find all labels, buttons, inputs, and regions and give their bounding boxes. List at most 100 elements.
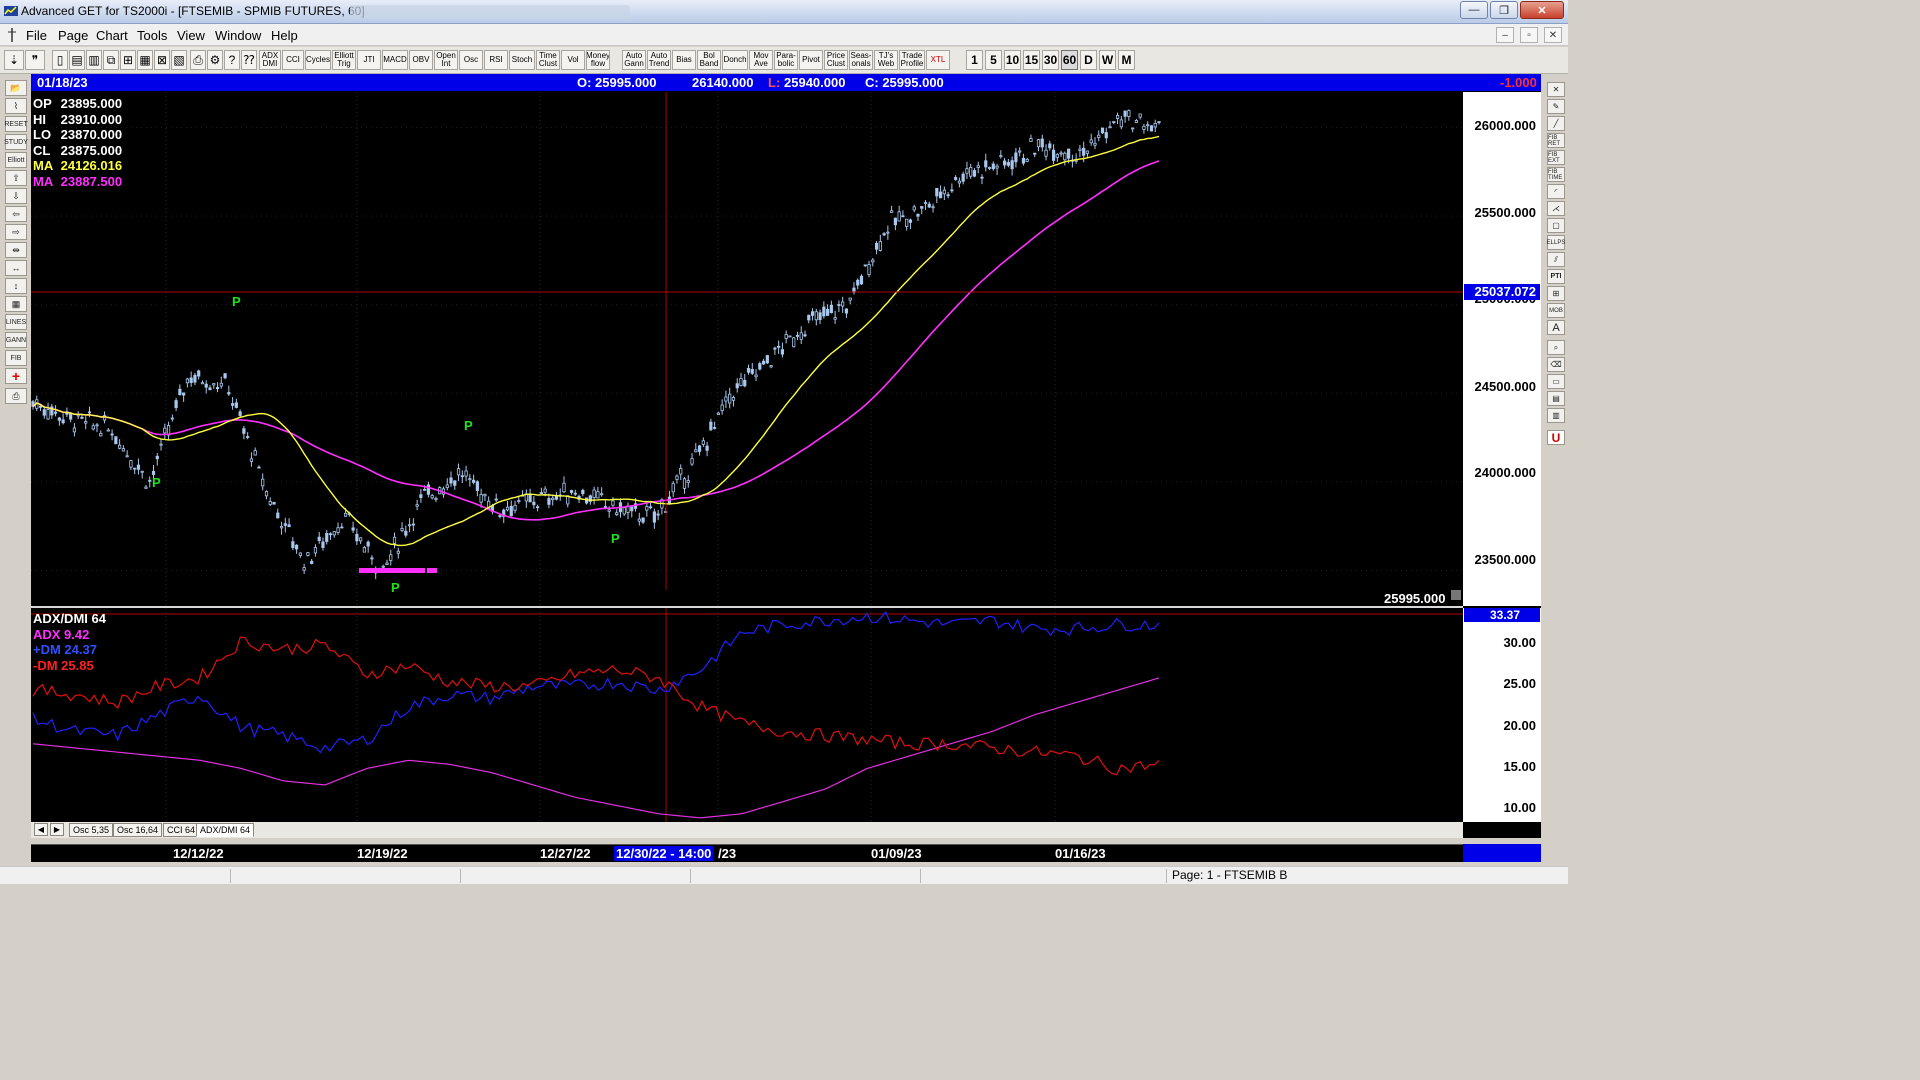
xtl-button[interactable]: XTL — [926, 50, 950, 70]
fib-button[interactable]: FIB — [5, 350, 27, 366]
drawing-tools-icon[interactable]: ⌇ — [5, 98, 27, 114]
timeframe-5-button[interactable]: 5 — [985, 50, 1002, 70]
tab-cci-64[interactable]: CCI 64 — [163, 823, 200, 837]
arrow-up-icon[interactable]: ⇧ — [5, 170, 27, 186]
mdi-close-button[interactable]: ✕ — [1544, 27, 1562, 43]
pencil-icon[interactable]: ✎ — [1547, 99, 1565, 114]
timeframe-monthly-button[interactable]: M — [1118, 50, 1135, 70]
seasonals-button[interactable]: Seas- onals — [849, 50, 873, 70]
menu-page[interactable]: Page — [58, 28, 88, 43]
timeframe-15-button[interactable]: 15 — [1023, 50, 1040, 70]
mob-button[interactable]: MOB — [1547, 303, 1565, 318]
gann-button[interactable]: GANN — [5, 332, 27, 348]
auto-gann-button[interactable]: Auto Gann — [622, 50, 646, 70]
arrow-down-icon[interactable]: ⇩ — [5, 188, 27, 204]
reset-button[interactable]: RESET — [4, 116, 28, 132]
grid-toggle-icon[interactable]: ▦ — [5, 296, 27, 312]
time-clust-button[interactable]: Time Clust — [536, 50, 560, 70]
macd-button[interactable]: MACD — [382, 50, 408, 70]
timeframe-weekly-button[interactable]: W — [1099, 50, 1116, 70]
ruler-icon[interactable]: ▭ — [1547, 374, 1565, 389]
new-page-icon[interactable]: ▯ — [52, 50, 68, 70]
stoch-button[interactable]: Stoch — [509, 50, 535, 70]
arrow-right-icon[interactable]: ⇨ — [5, 224, 27, 240]
price-chart[interactable]: P P P P P — [31, 92, 1463, 606]
print-chart-icon[interactable]: ⎙ — [5, 388, 27, 404]
timeframe-1-button[interactable]: 1 — [966, 50, 983, 70]
menu-help[interactable]: Help — [271, 28, 298, 43]
chart-copy-icon[interactable]: ⧉ — [103, 50, 119, 70]
mdi-minimize-button[interactable]: – — [1496, 27, 1514, 43]
study-button[interactable]: STUDY — [4, 134, 28, 150]
close-button[interactable]: ✕ — [1520, 1, 1564, 19]
timeframe-daily-button[interactable]: D — [1080, 50, 1097, 70]
document-icon[interactable] — [6, 28, 18, 42]
open-int-button[interactable]: Open Int — [434, 50, 458, 70]
trendline-icon[interactable]: ╱ — [1547, 116, 1565, 131]
tab-adx-dmi-64[interactable]: ADX/DMI 64 — [196, 823, 255, 837]
donch-button[interactable]: Donch — [722, 50, 748, 70]
quote-icon[interactable]: ❞ — [25, 50, 45, 70]
mov-ave-button[interactable]: Mov Ave — [749, 50, 773, 70]
obv-button[interactable]: OBV — [409, 50, 433, 70]
mdi-restore-button[interactable]: ▫ — [1520, 27, 1538, 43]
cci-button[interactable]: CCI — [282, 50, 304, 70]
eraser-icon[interactable]: ⌫ — [1547, 357, 1565, 372]
fib-ret-button[interactable]: FIB RET — [1547, 133, 1565, 148]
rsi-button[interactable]: RSI — [484, 50, 508, 70]
open-icon[interactable]: ▤ — [69, 50, 85, 70]
expand-y-icon[interactable]: ↕ — [5, 278, 27, 294]
menu-window[interactable]: Window — [215, 28, 261, 43]
tab-osc-5-35[interactable]: Osc 5,35 — [69, 823, 114, 837]
fib-time-button[interactable]: FIB TIME — [1547, 167, 1565, 182]
notes-icon[interactable]: ▤ — [1547, 391, 1565, 406]
menu-view[interactable]: View — [177, 28, 205, 43]
expand-x-icon[interactable]: ↔ — [5, 260, 27, 276]
cycles-button[interactable]: Cycles — [305, 50, 331, 70]
zoom-icon[interactable]: ⌕ — [1547, 340, 1565, 355]
elliott-button[interactable]: Elliott — [5, 152, 27, 168]
menu-tools[interactable]: Tools — [137, 28, 167, 43]
arc-icon[interactable]: ◜ — [1547, 184, 1565, 199]
maximize-button[interactable]: ❐ — [1490, 1, 1518, 19]
ellipse-button[interactable]: ELLPS — [1547, 235, 1565, 250]
open-folder-icon[interactable]: 📂 — [5, 80, 27, 96]
arrow-left-icon[interactable]: ⇦ — [5, 206, 27, 222]
tjs-web-button[interactable]: TJ's Web — [874, 50, 898, 70]
menu-file[interactable]: File — [26, 28, 47, 43]
compress-x-icon[interactable]: ⇹ — [5, 242, 27, 258]
chart-grid-icon[interactable]: ⊞ — [1547, 286, 1565, 301]
jti-button[interactable]: JTI — [357, 50, 381, 70]
bol-band-button[interactable]: Bol Band — [697, 50, 721, 70]
pivot-button[interactable]: Pivot — [799, 50, 823, 70]
box-icon[interactable]: ▢ — [1547, 218, 1565, 233]
money-flow-button[interactable]: Money flow — [586, 50, 610, 70]
lines-button[interactable]: LINES — [5, 314, 27, 330]
close-x-icon[interactable]: ✕ — [1547, 82, 1565, 97]
trade-profile-button[interactable]: Trade Profile — [899, 50, 925, 70]
fib-ext-button[interactable]: FIB EXT — [1547, 150, 1565, 165]
help-pointer-icon[interactable]: ⁇ — [241, 50, 257, 70]
menu-chart[interactable]: Chart — [96, 28, 128, 43]
adx-dmi-chart[interactable] — [31, 608, 1463, 822]
undo-u-icon[interactable]: U — [1547, 430, 1565, 445]
text-tool-button[interactable]: A — [1547, 320, 1565, 335]
elliott-trig-button[interactable]: Elliott Trig — [332, 50, 356, 70]
minimize-button[interactable]: — — [1460, 1, 1488, 19]
auto-trend-button[interactable]: Auto Trend — [647, 50, 671, 70]
adx-dmi-button[interactable]: ADX DMI — [259, 50, 281, 70]
tab-prev-button[interactable]: ◀ — [34, 823, 48, 836]
tile-icon[interactable]: ▦ — [137, 50, 153, 70]
save-icon[interactable]: ▥ — [86, 50, 102, 70]
crosshair-icon[interactable]: + — [5, 368, 27, 384]
timeframe-60-button[interactable]: 60 — [1061, 50, 1078, 70]
bias-button[interactable]: Bias — [672, 50, 696, 70]
properties-icon[interactable]: ⚙ — [207, 50, 223, 70]
hint-icon[interactable]: ? — [224, 50, 240, 70]
fan-icon[interactable]: ⋌ — [1547, 201, 1565, 216]
pti-button[interactable]: PTI — [1547, 269, 1565, 284]
channel-icon[interactable]: ⫽ — [1547, 252, 1565, 267]
osc-button[interactable]: Osc — [459, 50, 483, 70]
print-icon[interactable]: ⎙ — [190, 50, 206, 70]
layers-icon[interactable]: ▥ — [1547, 408, 1565, 423]
